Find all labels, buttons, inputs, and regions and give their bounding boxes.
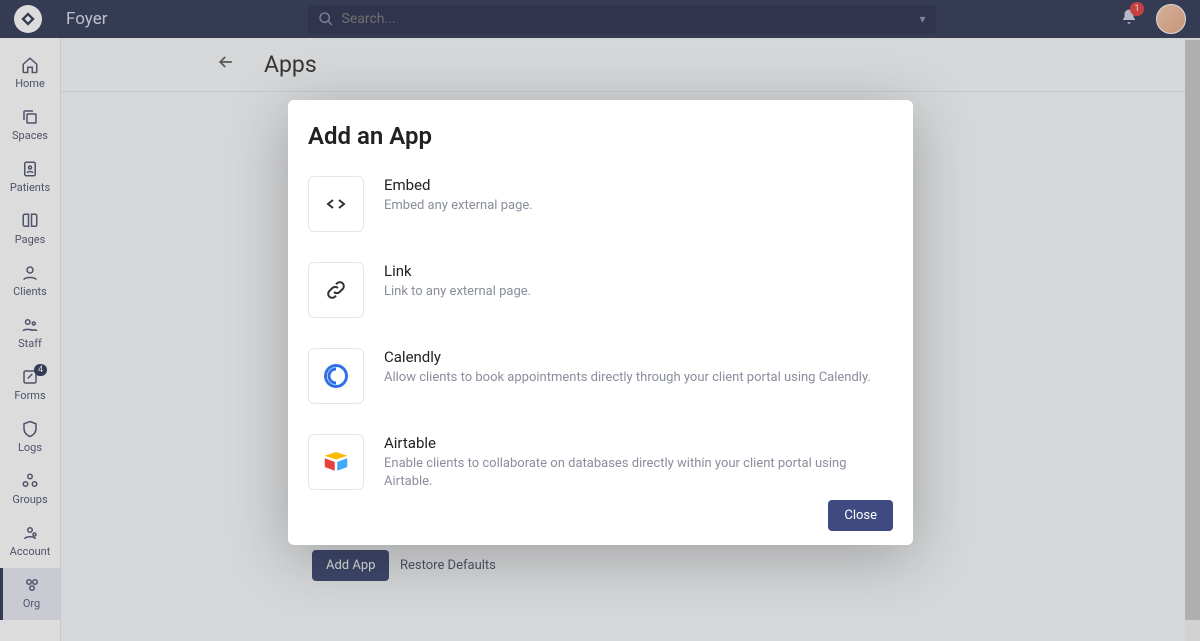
- app-option-airtable[interactable]: Airtable Enable clients to collaborate o…: [308, 434, 897, 492]
- airtable-icon: [308, 434, 364, 490]
- app-option-calendly[interactable]: Calendly Allow clients to book appointme…: [308, 348, 897, 434]
- app-desc: Link to any external page.: [384, 283, 531, 301]
- app-desc: Enable clients to collaborate on databas…: [384, 455, 897, 490]
- app-list[interactable]: Embed Embed any external page. Link Link…: [308, 176, 913, 492]
- modal-title: Add an App: [308, 122, 913, 150]
- close-button[interactable]: Close: [828, 500, 893, 531]
- app-title: Airtable: [384, 434, 897, 452]
- app-desc: Embed any external page.: [384, 197, 533, 215]
- app-title: Calendly: [384, 348, 871, 366]
- app-option-embed[interactable]: Embed Embed any external page.: [308, 176, 897, 262]
- add-app-modal: Add an App Embed Embed any external page…: [288, 100, 913, 545]
- link-icon: [308, 262, 364, 318]
- app-desc: Allow clients to book appointments direc…: [384, 369, 871, 387]
- app-title: Link: [384, 262, 531, 280]
- calendly-icon: [308, 348, 364, 404]
- code-icon: [308, 176, 364, 232]
- app-option-link[interactable]: Link Link to any external page.: [308, 262, 897, 348]
- app-title: Embed: [384, 176, 533, 194]
